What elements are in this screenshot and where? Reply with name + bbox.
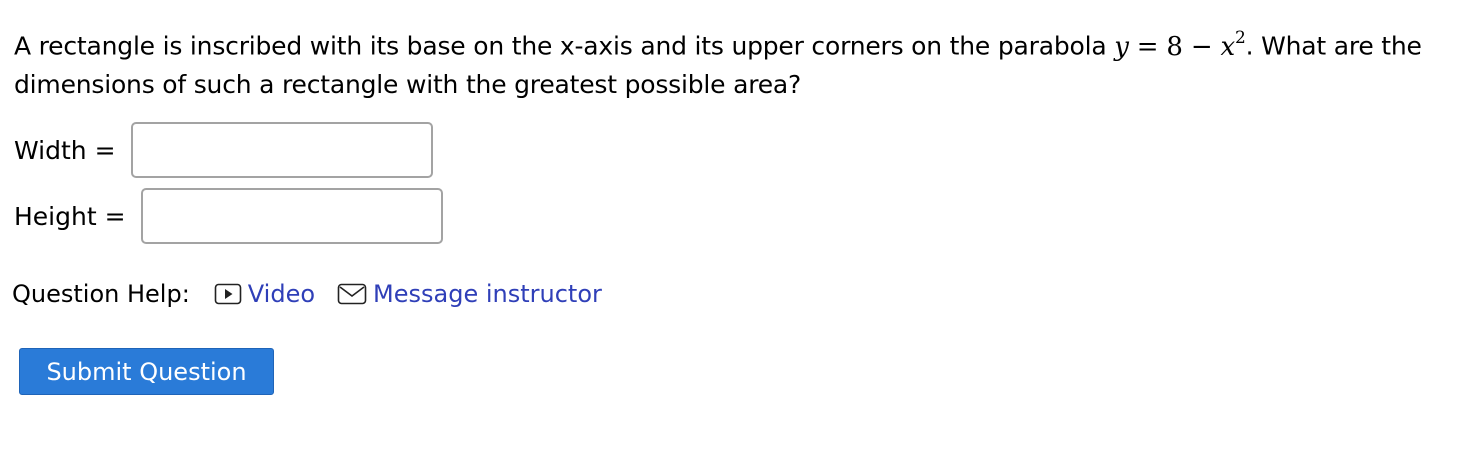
width-input[interactable] <box>131 122 434 178</box>
question-text: A rectangle is inscribed with its base o… <box>14 22 1454 103</box>
equation-exponent: 2 <box>1234 28 1246 48</box>
submit-question-button[interactable]: Submit Question <box>19 348 274 395</box>
message-instructor-link[interactable]: Message instructor <box>337 280 602 308</box>
equation-rhs: = 8 − <box>1128 31 1221 62</box>
equation-var-y: y <box>1114 31 1129 62</box>
equation: y = 8 − x2 <box>1114 28 1246 62</box>
envelope-icon <box>337 283 367 305</box>
question-text-part1: A rectangle is inscribed with its base o… <box>14 31 1115 61</box>
play-icon <box>214 283 242 305</box>
height-label: Height = <box>14 201 134 231</box>
video-link-label: Video <box>247 280 316 308</box>
message-instructor-label: Message instructor <box>373 280 602 308</box>
height-input[interactable] <box>141 188 444 244</box>
width-row: Width = <box>14 122 434 178</box>
height-row: Height = <box>14 188 444 244</box>
question-help-label: Question Help: <box>12 280 190 308</box>
video-link[interactable]: Video <box>214 280 315 308</box>
equation-var-x: x <box>1220 31 1236 62</box>
question-help: Question Help: Video Message instructor <box>12 280 624 308</box>
width-label: Width = <box>14 135 124 165</box>
